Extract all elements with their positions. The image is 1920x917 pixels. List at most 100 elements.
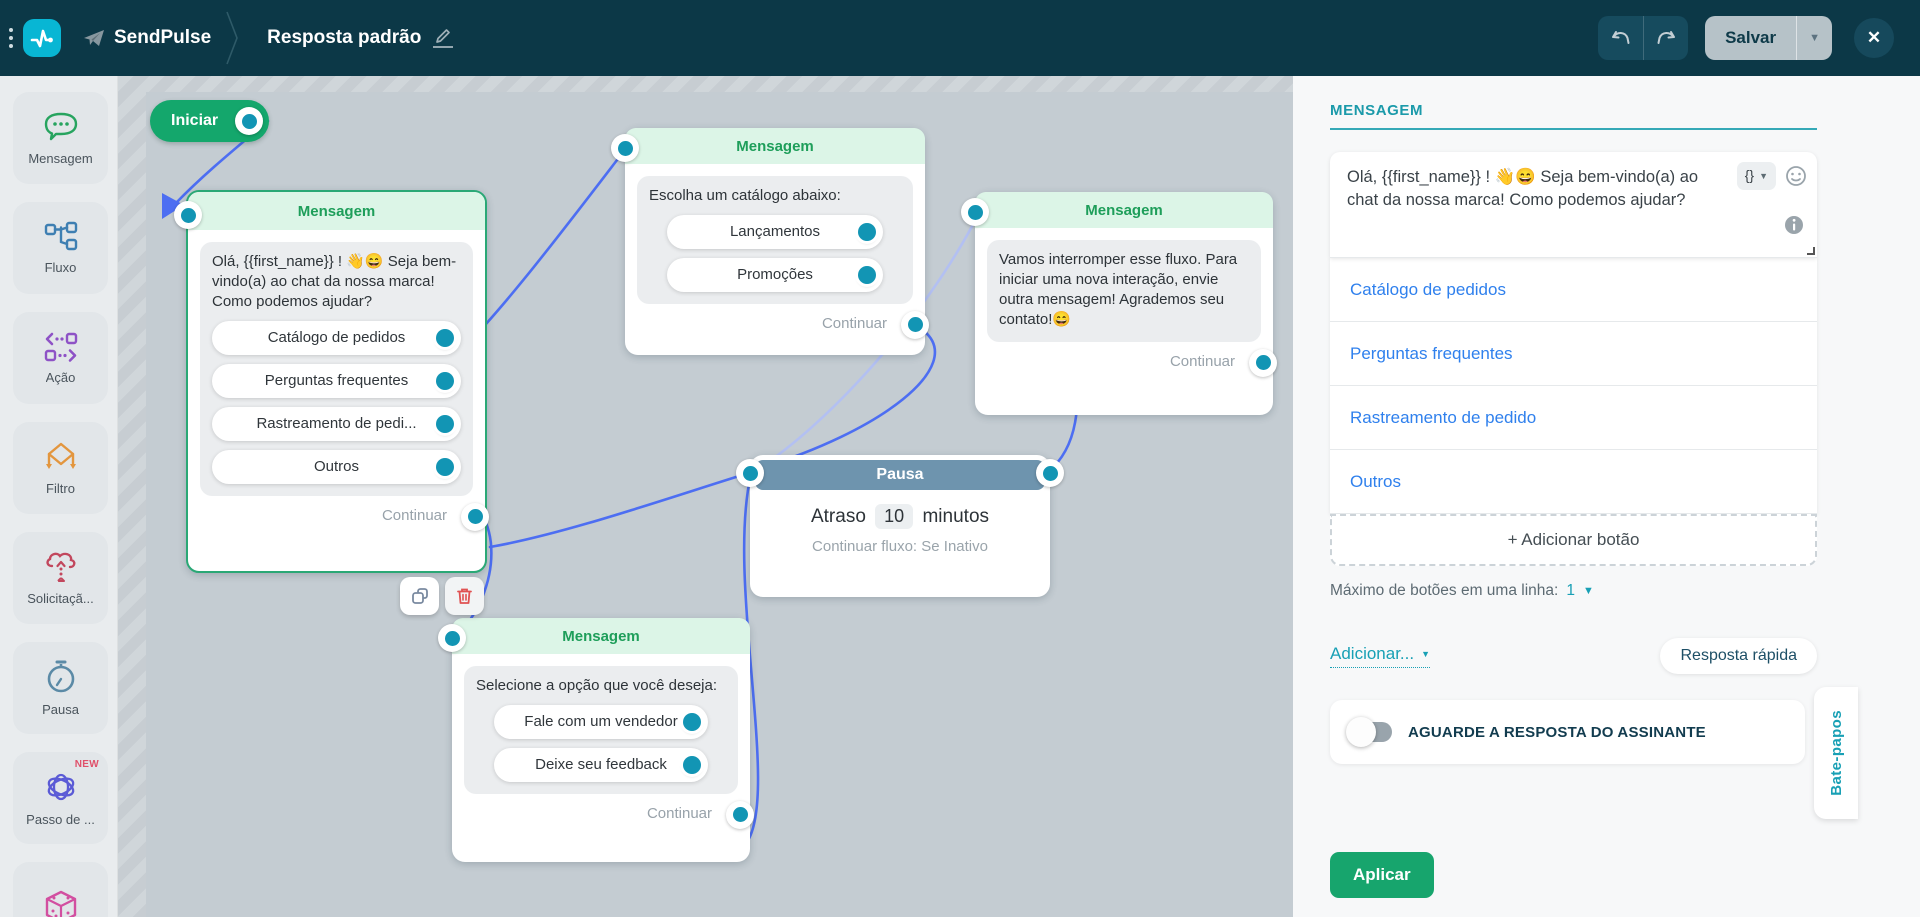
wait-response-label: AGUARDE A RESPOSTA DO ASSINANTE (1408, 723, 1706, 741)
node-button[interactable]: Catálogo de pedidos (212, 320, 461, 355)
start-node[interactable]: Iniciar (150, 100, 269, 142)
sidebar-item-fluxo[interactable]: Fluxo (13, 202, 108, 294)
node-button[interactable]: Lançamentos (667, 214, 883, 249)
input-port[interactable] (174, 201, 202, 229)
button-output-port[interactable] (858, 265, 876, 284)
continue-output-port[interactable] (461, 502, 489, 531)
continue-output-port[interactable] (901, 310, 929, 339)
info-icon[interactable] (1783, 214, 1805, 236)
max-buttons-value[interactable]: 1 (1566, 582, 1575, 600)
button-row-link[interactable]: Rastreamento de pedido (1350, 408, 1536, 428)
chats-side-tab[interactable]: Bate-papos (1814, 687, 1858, 819)
node-button[interactable]: Fale com um vendedor (494, 704, 708, 739)
sidebar-item-mensagem[interactable]: Mensagem (13, 92, 108, 184)
button-output-port[interactable] (683, 712, 701, 731)
chat-icon (44, 112, 77, 141)
message-bubble: Vamos interromper esse fluxo. Para inici… (987, 240, 1261, 342)
sidebar-item-filtro[interactable]: Filtro (13, 422, 108, 514)
insert-variable-button[interactable]: {} ▼ (1736, 162, 1776, 190)
output-port[interactable] (1036, 459, 1064, 487)
top-bar: SendPulse Resposta padrão Salvar ▼ ✕ (0, 0, 1920, 76)
continue-label: Continuar (646, 805, 712, 823)
emoji-picker-icon[interactable] (1785, 165, 1807, 187)
channel-brand[interactable]: SendPulse (83, 27, 211, 49)
node-button[interactable]: Perguntas frequentes (212, 363, 461, 398)
continue-output-port[interactable] (726, 800, 754, 829)
button-row[interactable]: Outros (1330, 450, 1817, 514)
filter-icon (45, 442, 76, 469)
input-port[interactable] (611, 134, 639, 162)
button-output-port[interactable] (436, 371, 454, 390)
kebab-menu-icon[interactable] (9, 28, 13, 48)
button-output-port[interactable] (436, 414, 454, 433)
button-output-port[interactable] (436, 328, 454, 347)
button-output-port[interactable] (436, 457, 454, 476)
sidebar-item-label: Solicitaçã... (27, 591, 94, 606)
add-element-dropdown[interactable]: Adicionar... ▼ (1330, 644, 1431, 668)
delay-value[interactable]: 10 (875, 504, 914, 529)
node-button-label: Perguntas frequentes (264, 371, 409, 389)
delete-node-button[interactable] (445, 577, 484, 615)
add-button-row[interactable]: + Adicionar botão (1330, 514, 1817, 566)
input-port[interactable] (736, 459, 764, 487)
undo-button[interactable] (1598, 16, 1643, 60)
button-row[interactable]: Catálogo de pedidos (1330, 258, 1817, 322)
save-button[interactable]: Salvar (1705, 16, 1796, 60)
duplicate-node-button[interactable] (400, 577, 439, 615)
redo-button[interactable] (1643, 16, 1688, 60)
button-row-link[interactable]: Catálogo de pedidos (1350, 280, 1506, 300)
pause-node[interactable]: Pausa Atraso 10 minutos Continuar fluxo:… (736, 455, 1064, 597)
message-node-2[interactable]: Mensagem Escolha um catálogo abaixo: Lan… (611, 128, 929, 355)
message-node-3[interactable]: Mensagem Vamos interromper esse fluxo. P… (961, 192, 1277, 415)
node-body: Atraso 10 minutos Continuar fluxo: Se In… (750, 490, 1050, 555)
chevron-down-icon: ▼ (1759, 170, 1768, 181)
message-text-editor[interactable]: Olá, {{first_name}} ! 👋😄 Seja bem-vindo(… (1330, 152, 1817, 258)
apply-button[interactable]: Aplicar (1330, 852, 1434, 898)
save-options-caret[interactable]: ▼ (1796, 16, 1832, 60)
button-row-link[interactable]: Outros (1350, 472, 1401, 492)
input-port[interactable] (961, 198, 989, 226)
delay-label: Atraso (810, 506, 866, 527)
node-button[interactable]: Deixe seu feedback (494, 747, 708, 782)
sidebar-item-random[interactable] (13, 862, 108, 917)
button-row[interactable]: Perguntas frequentes (1330, 322, 1817, 386)
node-body: Olá, {{first_name}} ! 👋😄 Seja bem-vindo(… (188, 230, 489, 540)
node-button-label: Fale com um vendedor (524, 712, 678, 730)
flow-canvas[interactable]: Iniciar Mensagem Olá, {{first_name}} ! 👋… (118, 76, 1293, 917)
edge-msg1-continuar-to-pausa[interactable] (488, 470, 754, 549)
node-button[interactable]: Outros (212, 449, 461, 484)
continue-output-port[interactable] (1249, 348, 1277, 377)
button-row[interactable]: Rastreamento de pedido (1330, 386, 1817, 450)
sidebar-item-label: Pausa (42, 702, 79, 717)
message-node-1[interactable]: Mensagem Olá, {{first_name}} ! 👋😄 Seja b… (174, 190, 489, 573)
max-buttons-per-line: Máximo de botões em uma linha: 1 ▼ (1330, 582, 1817, 600)
node-button-label: Catálogo de pedidos (267, 328, 406, 346)
chevron-down-icon[interactable]: ▼ (1583, 585, 1594, 597)
wait-response-toggle[interactable] (1346, 717, 1392, 747)
sidebar-item-passo-de[interactable]: NEW Passo de ... (13, 752, 108, 844)
button-output-port[interactable] (683, 755, 701, 774)
continue-row: Continuar (987, 342, 1277, 382)
node-button[interactable]: Rastreamento de pedi... (212, 406, 461, 441)
message-node-4[interactable]: Mensagem Selecione a opção que você dese… (438, 618, 754, 862)
sidebar-item-pausa[interactable]: Pausa (13, 642, 108, 734)
start-output-port[interactable] (235, 107, 263, 135)
sendpulse-logo[interactable] (23, 19, 61, 57)
delay-row: Atraso 10 minutos (750, 504, 1050, 529)
api-cloud-icon (45, 552, 75, 582)
node-header: Mensagem (188, 192, 485, 230)
button-row-link[interactable]: Perguntas frequentes (1350, 344, 1513, 364)
input-port[interactable] (438, 624, 466, 652)
pause-subtitle: Continuar fluxo: Se Inativo (812, 538, 988, 555)
redo-icon (1657, 31, 1676, 44)
resize-handle[interactable] (1807, 247, 1815, 255)
button-list: Catálogo de pedidos Perguntas frequentes… (1330, 258, 1817, 514)
edit-title-button[interactable] (433, 28, 454, 48)
close-editor-button[interactable]: ✕ (1854, 18, 1894, 58)
sidebar-item-acao[interactable]: Ação (13, 312, 108, 404)
node-button[interactable]: Promoções (667, 257, 883, 292)
button-output-port[interactable] (858, 222, 876, 241)
continue-row: Continuar (464, 794, 754, 834)
sidebar-item-solicitacao[interactable]: Solicitaçã... (13, 532, 108, 624)
quick-reply-tag[interactable]: Resposta rápida (1660, 638, 1817, 674)
